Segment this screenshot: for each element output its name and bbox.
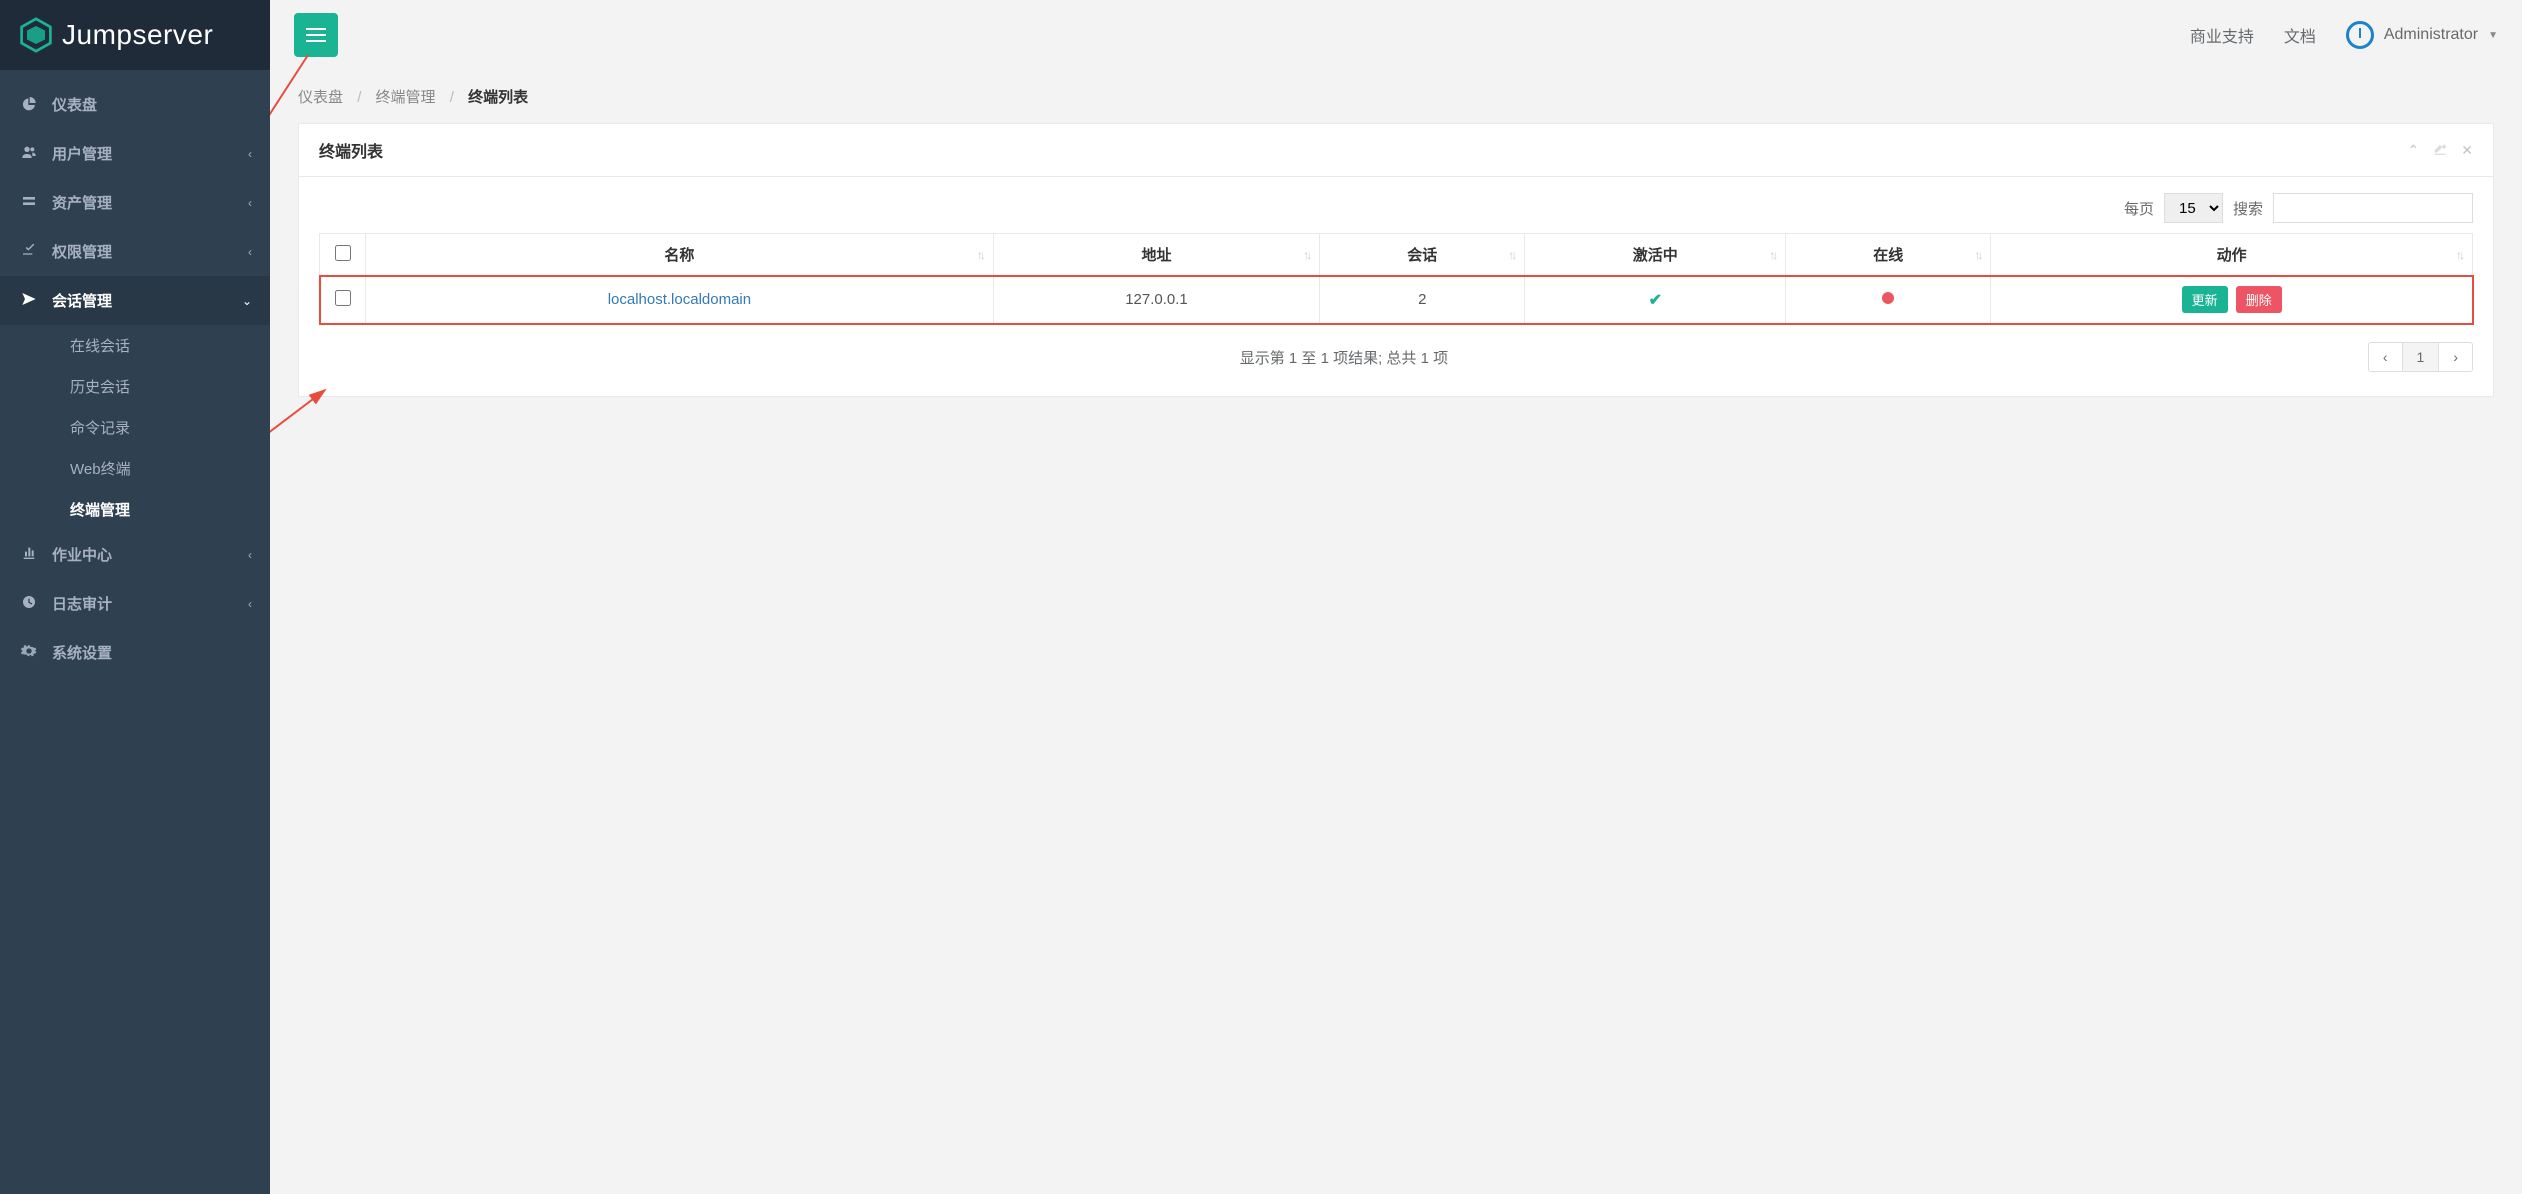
sidebar-item-users[interactable]: 用户管理 ‹ — [0, 129, 270, 178]
brand-logo-icon — [18, 17, 54, 53]
update-button[interactable]: 更新 — [2182, 286, 2228, 313]
sidebar-item-perms[interactable]: 权限管理 ‹ — [0, 227, 270, 276]
pager-next[interactable]: › — [2438, 342, 2473, 372]
subnav-command-records[interactable]: 命令记录 — [0, 407, 270, 448]
topbar-docs-link[interactable]: 文档 — [2284, 23, 2316, 47]
sort-icon[interactable]: ↑↓ — [1303, 248, 1309, 262]
panel-close-icon[interactable]: ✕ — [2461, 142, 2473, 159]
sort-icon[interactable]: ↑↓ — [2456, 248, 2462, 262]
per-page-label: 每页 — [2124, 198, 2154, 219]
sidebar-label: 系统设置 — [52, 642, 252, 663]
col-addr: 地址↑↓ — [993, 234, 1319, 276]
col-name: 名称↑↓ — [366, 234, 994, 276]
select-all-checkbox[interactable] — [335, 245, 351, 261]
sort-icon[interactable]: ↑↓ — [977, 248, 983, 262]
sidebar-label: 资产管理 — [52, 192, 248, 213]
terminal-list-panel: 终端列表 ⌃ ✕ 每页 15 搜索 — [298, 123, 2494, 397]
dashboard-icon — [18, 95, 40, 115]
user-name: Administrator — [2384, 26, 2478, 44]
sidebar-label: 作业中心 — [52, 544, 248, 565]
sidebar-label: 用户管理 — [52, 143, 248, 164]
caret-down-icon: ▼ — [2488, 30, 2498, 41]
sidebar-item-jobs[interactable]: 作业中心 ‹ — [0, 530, 270, 579]
sessions-icon — [18, 291, 40, 311]
pagination: ‹ 1 › — [2369, 342, 2473, 372]
col-active: 激活中↑↓ — [1525, 234, 1786, 276]
sidebar-item-assets[interactable]: 资产管理 ‹ — [0, 178, 270, 227]
brand[interactable]: Jumpserver — [0, 0, 270, 70]
chevron-left-icon: ‹ — [248, 597, 252, 611]
sidebar: Jumpserver 仪表盘 用户管理 ‹ — [0, 0, 270, 1194]
users-icon — [18, 144, 40, 164]
sidebar-item-audit[interactable]: 日志审计 ‹ — [0, 579, 270, 628]
chevron-down-icon: ⌄ — [242, 294, 252, 308]
sidebar-item-sessions[interactable]: 会话管理 ⌄ 在线会话 历史会话 命令记录 Web终端 终端管理 — [0, 276, 270, 530]
search-input[interactable] — [2273, 193, 2473, 223]
online-status-dot — [1882, 292, 1894, 304]
search-label: 搜索 — [2233, 198, 2263, 219]
subnav-web-terminal[interactable]: Web终端 — [0, 448, 270, 489]
panel-collapse-icon[interactable]: ⌃ — [2408, 142, 2420, 159]
terminal-name-link[interactable]: localhost.localdomain — [608, 291, 751, 308]
jobs-icon — [18, 545, 40, 565]
subnav-terminal-mgmt[interactable]: 终端管理 — [0, 489, 270, 530]
sidebar-nav: 仪表盘 用户管理 ‹ 资产管理 ‹ — [0, 70, 270, 677]
brand-name: Jumpserver — [62, 19, 213, 51]
subnav-online-sessions[interactable]: 在线会话 — [0, 325, 270, 366]
per-page-select[interactable]: 15 — [2164, 193, 2223, 223]
sort-icon[interactable]: ↑↓ — [1974, 248, 1980, 262]
panel-settings-icon[interactable] — [2433, 142, 2447, 159]
chevron-left-icon: ‹ — [248, 147, 252, 161]
pager-prev[interactable]: ‹ — [2368, 342, 2403, 372]
sidebar-toggle-button[interactable] — [294, 13, 338, 57]
power-icon — [2346, 21, 2374, 49]
chevron-left-icon: ‹ — [248, 245, 252, 259]
assets-icon — [18, 193, 40, 213]
terminal-sessions: 2 — [1320, 276, 1525, 324]
active-check-icon: ✔ — [1649, 292, 1662, 309]
sidebar-item-settings[interactable]: 系统设置 — [0, 628, 270, 677]
breadcrumb-item-current: 终端列表 — [468, 89, 528, 106]
perms-icon — [18, 242, 40, 262]
breadcrumb-item[interactable]: 仪表盘 — [298, 89, 343, 106]
breadcrumb-item[interactable]: 终端管理 — [376, 89, 436, 106]
sort-icon[interactable]: ↑↓ — [1769, 248, 1775, 262]
sidebar-sessions-subnav: 在线会话 历史会话 命令记录 Web终端 终端管理 — [0, 325, 270, 530]
topbar-support-link[interactable]: 商业支持 — [2190, 23, 2254, 47]
panel-title: 终端列表 — [319, 138, 383, 162]
table-row: localhost.localdomain 127.0.0.1 2 ✔ 更新 删… — [320, 276, 2473, 324]
terminal-addr: 127.0.0.1 — [993, 276, 1319, 324]
settings-icon — [18, 643, 40, 663]
sidebar-label: 日志审计 — [52, 593, 248, 614]
row-checkbox[interactable] — [335, 290, 351, 306]
col-online: 在线↑↓ — [1786, 234, 1991, 276]
table-summary: 显示第 1 至 1 项结果; 总共 1 项 — [319, 347, 2369, 368]
topbar: 商业支持 文档 Administrator ▼ — [270, 0, 2522, 70]
subnav-history-sessions[interactable]: 历史会话 — [0, 366, 270, 407]
pager-page[interactable]: 1 — [2402, 342, 2440, 372]
chevron-left-icon: ‹ — [248, 196, 252, 210]
sidebar-label: 权限管理 — [52, 241, 248, 262]
col-actions: 动作↑↓ — [1991, 234, 2473, 276]
sort-icon[interactable]: ↑↓ — [1508, 248, 1514, 262]
audit-icon — [18, 594, 40, 614]
chevron-left-icon: ‹ — [248, 548, 252, 562]
main: 商业支持 文档 Administrator ▼ 仪表盘 / 终端管理 / 终端列… — [270, 0, 2522, 1194]
terminal-table: 名称↑↓ 地址↑↓ 会话↑↓ 激活中↑↓ 在线↑↓ 动作↑↓ — [319, 233, 2473, 324]
breadcrumb: 仪表盘 / 终端管理 / 终端列表 — [270, 70, 2522, 123]
sidebar-label: 会话管理 — [52, 290, 242, 311]
delete-button[interactable]: 删除 — [2236, 286, 2282, 313]
sidebar-label: 仪表盘 — [52, 94, 252, 115]
col-sessions: 会话↑↓ — [1320, 234, 1525, 276]
user-dropdown[interactable]: Administrator ▼ — [2346, 21, 2498, 49]
sidebar-item-dashboard[interactable]: 仪表盘 — [0, 80, 270, 129]
